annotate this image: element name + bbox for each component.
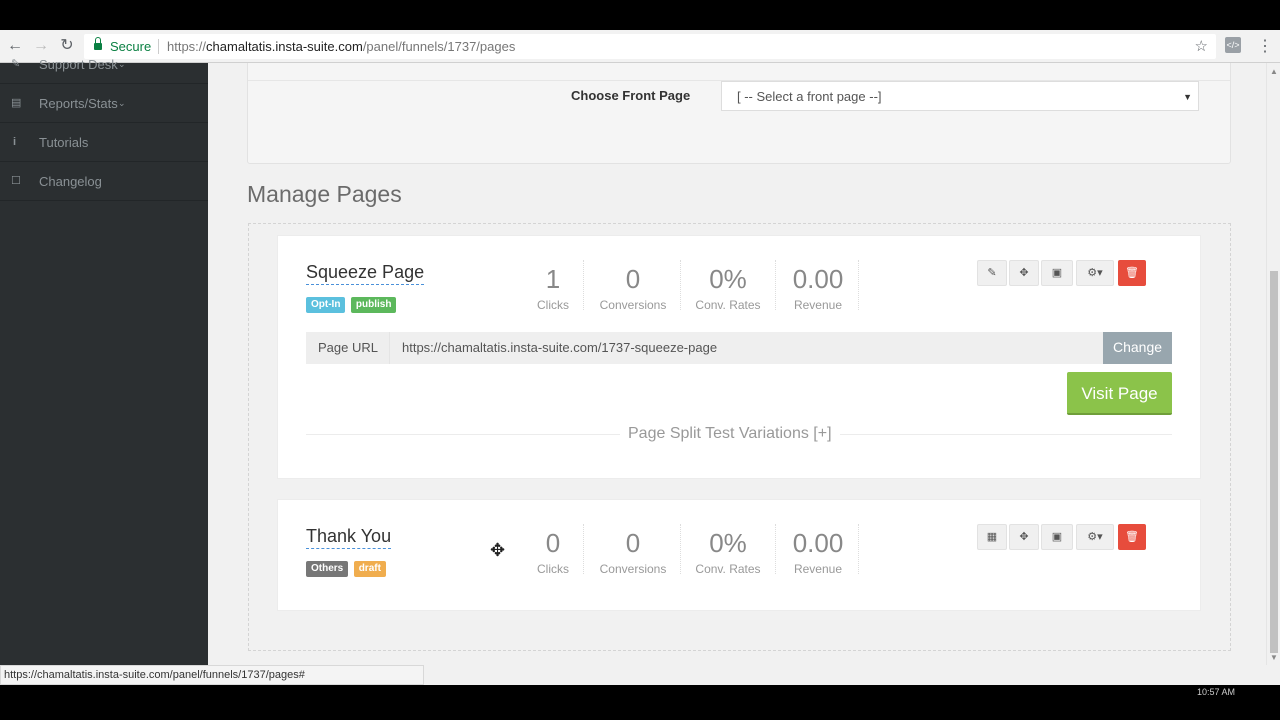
- stat-caption: Revenue: [793, 298, 843, 312]
- status-badge: publish: [350, 297, 397, 313]
- settings-dropdown-icon[interactable]: ⚙▾: [1076, 260, 1114, 286]
- delete-icon[interactable]: 🗑: [1118, 260, 1146, 286]
- stat-divider: [680, 260, 681, 310]
- stat-caption: Clicks: [537, 298, 569, 312]
- front-page-select-value: [ -- Select a front page --]: [737, 89, 882, 104]
- stat-caption: Conversions: [599, 562, 667, 576]
- screen-top-bar: [0, 0, 1280, 30]
- stat-clicks: 0 Clicks: [518, 526, 588, 576]
- scroll-down-icon[interactable]: ▼: [1270, 653, 1278, 662]
- type-badge: Opt-In: [306, 297, 346, 313]
- main-content: Choose Front Page [ -- Select a front pa…: [208, 63, 1266, 665]
- scrollbar-thumb[interactable]: [1270, 271, 1278, 653]
- address-url: https://chamaltatis.insta-suite.com/pane…: [167, 39, 516, 54]
- stat-value: 1: [545, 264, 561, 294]
- stat-divider: [775, 524, 776, 574]
- stat-conversions: 0 Conversions: [593, 262, 673, 312]
- screenshot-icon[interactable]: ▣: [1041, 524, 1073, 550]
- status-badge: draft: [353, 561, 386, 577]
- stat-divider: [680, 524, 681, 574]
- sidebar: ✎ Support Desk ⌄ ▤ Reports/Stats ⌄ i Tutor…: [0, 57, 208, 665]
- settings-dropdown-icon[interactable]: ⚙▾: [1076, 524, 1114, 550]
- stat-value: 0: [625, 528, 641, 558]
- stat-value: 0%: [709, 264, 747, 294]
- page-card-squeeze: Squeeze Page Opt-In publish 1 Clicks 0 C…: [277, 235, 1201, 479]
- sidebar-item-reports-stats[interactable]: ▤ Reports/Stats ⌄: [0, 84, 208, 123]
- page-badges: Opt-In publish: [306, 294, 397, 313]
- stat-value: 0: [625, 264, 641, 294]
- edit-icon[interactable]: ✎: [977, 260, 1007, 286]
- tag-icon: ✎: [11, 58, 21, 70]
- select-caret-icon: ▼: [1183, 92, 1192, 102]
- page-scrollbar[interactable]: ▲ ▼: [1266, 63, 1280, 665]
- stat-caption: Revenue: [793, 562, 843, 576]
- stat-revenue: 0.00 Revenue: [782, 526, 854, 576]
- stat-divider: [858, 260, 859, 310]
- front-page-panel: Choose Front Page [ -- Select a front pa…: [247, 63, 1231, 164]
- stat-divider: [775, 260, 776, 310]
- stat-caption: Conv. Rates: [695, 298, 761, 312]
- page-name[interactable]: Thank You: [306, 526, 392, 549]
- page-url-row: Page URL https://chamaltatis.insta-suite…: [306, 332, 1172, 364]
- document-icon: ☐: [11, 175, 21, 187]
- extension-icon[interactable]: </>: [1225, 37, 1241, 53]
- move-cursor-icon: ✥: [490, 540, 506, 560]
- front-page-select[interactable]: [ -- Select a front page --] ▼: [721, 81, 1199, 111]
- report-icon: ▤: [11, 97, 22, 109]
- stat-divider: [583, 260, 584, 310]
- page-card-thank-you: Thank You Others draft 0 Clicks 0 Conver…: [277, 499, 1201, 611]
- info-icon: i: [13, 136, 17, 148]
- delete-icon[interactable]: 🗑: [1118, 524, 1146, 550]
- manage-pages-title: Manage Pages: [247, 181, 402, 207]
- status-link-preview: https://chamaltatis.insta-suite.com/pane…: [0, 665, 424, 685]
- taskbar: 10:57 AM: [0, 685, 1280, 720]
- scroll-up-icon[interactable]: ▲: [1270, 67, 1278, 76]
- crosshair-icon[interactable]: ✥: [1009, 524, 1039, 550]
- stat-caption: Conversions: [599, 298, 667, 312]
- page-url-field[interactable]: https://chamaltatis.insta-suite.com/1737…: [389, 332, 1102, 364]
- screenshot-icon[interactable]: ▣: [1041, 260, 1073, 286]
- stat-divider: [583, 524, 584, 574]
- stat-conv-rates: 0% Conv. Rates: [688, 262, 768, 312]
- front-page-label: Choose Front Page: [571, 88, 691, 103]
- crosshair-icon[interactable]: ✥: [1009, 260, 1039, 286]
- bookmark-star-icon[interactable]: ☆: [1195, 34, 1208, 59]
- chevron-down-icon: ⌄: [118, 59, 126, 69]
- page-url-label: Page URL: [318, 340, 378, 355]
- sidebar-item-label: Changelog: [39, 174, 102, 189]
- stat-conv-rates: 0% Conv. Rates: [688, 526, 768, 576]
- stat-value: 0%: [709, 528, 747, 558]
- change-url-button[interactable]: Change: [1103, 332, 1172, 364]
- stat-caption: Conv. Rates: [695, 562, 761, 576]
- chevron-down-icon: ⌄: [118, 98, 126, 108]
- sidebar-item-label: Support Desk: [39, 57, 118, 72]
- sidebar-item-changelog[interactable]: ☐ Changelog: [0, 162, 208, 201]
- stat-value: 0.00: [792, 264, 844, 294]
- stat-conversions: 0 Conversions: [593, 526, 673, 576]
- stat-clicks: 1 Clicks: [518, 262, 588, 312]
- page-badges: Others draft: [306, 558, 387, 577]
- address-bar[interactable]: Secure https://chamaltatis.insta-suite.c…: [84, 34, 1216, 59]
- grid-icon[interactable]: ▦: [977, 524, 1007, 550]
- page-name[interactable]: Squeeze Page: [306, 262, 425, 285]
- stat-divider: [858, 524, 859, 574]
- sidebar-item-label: Reports/Stats: [39, 96, 118, 111]
- sidebar-item-label: Tutorials: [39, 135, 89, 150]
- status-bar-background: [424, 665, 1280, 685]
- browser-menu-icon[interactable]: ⋮: [1257, 36, 1273, 56]
- taskbar-clock: 10:57 AM: [1196, 687, 1235, 697]
- stat-caption: Clicks: [537, 562, 569, 576]
- sidebar-item-support-desk[interactable]: ✎ Support Desk ⌄: [0, 45, 208, 84]
- visit-page-button[interactable]: Visit Page: [1067, 372, 1172, 415]
- split-test-variations-link[interactable]: Page Split Test Variations [+]: [620, 425, 840, 443]
- type-badge: Others: [306, 561, 349, 577]
- stat-revenue: 0.00 Revenue: [782, 262, 854, 312]
- stat-value: 0: [545, 528, 561, 558]
- stat-value: 0.00: [792, 528, 844, 558]
- sidebar-item-tutorials[interactable]: i Tutorials: [0, 123, 208, 162]
